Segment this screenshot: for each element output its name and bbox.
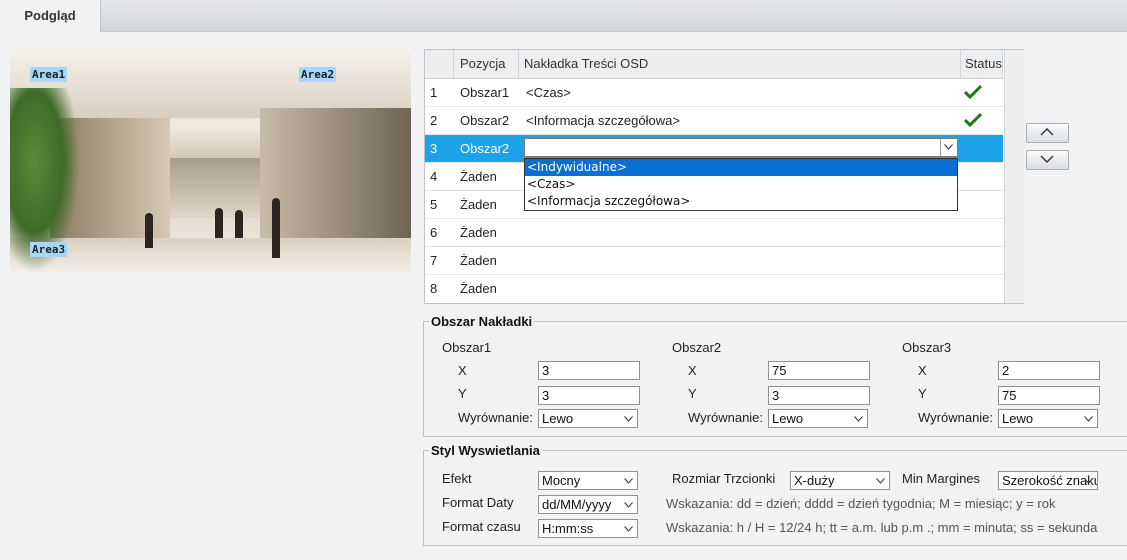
table-header: Pozycja Nakładka Treści OSD Status: [425, 50, 1003, 79]
overlay-area-title: Obszar Nakładki: [429, 314, 535, 329]
date-format-hint: Wskazania: dd = dzień; dddd = dzień tygo…: [666, 496, 1056, 511]
area1-label[interactable]: Area1: [30, 67, 68, 82]
time-format-select[interactable]: H:mm:ss: [538, 519, 638, 538]
check-icon: [964, 84, 982, 100]
area2-x-label: X: [688, 363, 697, 378]
area3-x-input[interactable]: 2: [998, 361, 1100, 380]
table-row[interactable]: 1 Obszar1 <Czas>: [425, 79, 1003, 107]
area3-title: Obszar3: [902, 340, 952, 355]
chevron-down-icon: [1084, 416, 1093, 422]
header-status: Status: [965, 56, 1002, 71]
area2-align-label: Wyrównanie:: [688, 410, 764, 425]
date-format-select[interactable]: dd/MM/yyyy: [538, 495, 638, 514]
min-margin-label: Min Margines: [902, 471, 981, 486]
area3-x-label: X: [918, 363, 927, 378]
preview-person: [145, 213, 153, 248]
chevron-down-icon: [944, 144, 953, 150]
row-content[interactable]: <Czas>: [526, 79, 571, 106]
row-number: 2: [430, 113, 438, 128]
dropdown-option[interactable]: <Informacja szczegółowa>: [525, 193, 957, 210]
display-style-title: Styl Wyswietlania: [429, 443, 542, 458]
area2-x-input[interactable]: 75: [768, 361, 870, 380]
row-number: 7: [430, 253, 438, 268]
area3-label[interactable]: Area3: [30, 242, 68, 257]
preview-person: [272, 198, 280, 258]
time-format-hint: Wskazania: h / H = 12/24 h; tt = a.m. lu…: [666, 520, 1098, 535]
effect-label: Efekt: [442, 471, 472, 486]
font-size-select[interactable]: X-duży: [790, 471, 890, 490]
check-icon: [964, 112, 982, 128]
date-format-label: Format Daty: [442, 495, 514, 510]
osd-content-dropdown-list: <Indywidualne> <Czas> <Informacja szczeg…: [524, 158, 958, 211]
table-row[interactable]: 8 Żaden: [425, 275, 1003, 302]
header-osd-content: Nakładka Treści OSD: [524, 56, 649, 71]
row-position: Żaden: [460, 281, 497, 296]
row-number: 3: [430, 141, 438, 156]
row-position: Obszar2: [460, 141, 510, 156]
preview-store-right: [260, 108, 411, 248]
effect-select[interactable]: Mocny: [538, 471, 638, 490]
move-down-button[interactable]: [1026, 150, 1069, 170]
area1-y-label: Y: [458, 386, 467, 401]
area2-align-select[interactable]: Lewo: [768, 409, 868, 428]
table-row[interactable]: 6 Żaden: [425, 219, 1003, 247]
camera-preview: Area1 Area2 Area3: [10, 48, 411, 273]
row-number: 1: [430, 85, 438, 100]
row-position: Obszar2: [460, 113, 510, 128]
area3-align-select[interactable]: Lewo: [998, 409, 1098, 428]
chevron-down-icon: [1040, 155, 1054, 163]
combo-dropdown-button[interactable]: [940, 139, 957, 156]
row-number: 5: [430, 197, 438, 212]
area2-y-input[interactable]: 3: [768, 386, 870, 405]
table-scroll-area: [1004, 50, 1024, 303]
area2-label[interactable]: Area2: [299, 67, 337, 82]
chevron-down-icon: [624, 416, 633, 422]
min-margin-select[interactable]: Szerokość znaku: [998, 471, 1098, 490]
area1-x-label: X: [458, 363, 467, 378]
chevron-up-icon: [1040, 128, 1054, 136]
dropdown-option[interactable]: <Indywidualne>: [525, 159, 957, 176]
row-position: Żaden: [460, 197, 497, 212]
time-format-label: Format czasu: [442, 519, 521, 534]
font-size-label: Rozmiar Trzcionki: [672, 471, 776, 486]
table-row[interactable]: 2 Obszar2 <Informacja szczegółowa>: [425, 107, 1003, 135]
row-position: Żaden: [460, 169, 497, 184]
area3-align-label: Wyrównanie:: [918, 410, 994, 425]
table-row[interactable]: 7 Żaden: [425, 247, 1003, 275]
display-style-group: Styl Wyswietlania Efekt Mocny Rozmiar Tr…: [423, 443, 1127, 546]
area3-y-label: Y: [918, 386, 927, 401]
row-number: 4: [430, 169, 438, 184]
overlay-area-group: Obszar Nakładki Obszar1 X 3 Y 3 Wyrównan…: [423, 314, 1127, 437]
row-content[interactable]: <Informacja szczegółowa>: [526, 107, 680, 134]
row-number: 6: [430, 225, 438, 240]
row-number: 8: [430, 281, 438, 296]
chevron-down-icon: [1084, 478, 1093, 484]
area1-align-select[interactable]: Lewo: [538, 409, 638, 428]
area2-y-label: Y: [688, 386, 697, 401]
area1-align-label: Wyrównanie:: [458, 410, 534, 425]
area1-title: Obszar1: [442, 340, 492, 355]
tab-preview[interactable]: Podgląd: [0, 0, 101, 32]
chevron-down-icon: [876, 478, 885, 484]
osd-content-combo[interactable]: [524, 138, 958, 157]
dropdown-option[interactable]: <Czas>: [525, 176, 957, 193]
preview-person: [235, 210, 243, 238]
chevron-down-icon: [854, 416, 863, 422]
preview-person: [215, 208, 223, 238]
row-position: Żaden: [460, 225, 497, 240]
chevron-down-icon: [624, 502, 633, 508]
move-up-button[interactable]: [1026, 123, 1069, 143]
chevron-down-icon: [624, 526, 633, 532]
chevron-down-icon: [624, 478, 633, 484]
area2-title: Obszar2: [672, 340, 722, 355]
row-position: Żaden: [460, 253, 497, 268]
row-position: Obszar1: [460, 85, 510, 100]
area3-y-input[interactable]: 75: [998, 386, 1100, 405]
header-position: Pozycja: [460, 56, 506, 71]
tab-bar: Podgląd: [0, 0, 1127, 32]
area1-x-input[interactable]: 3: [538, 361, 640, 380]
area1-y-input[interactable]: 3: [538, 386, 640, 405]
